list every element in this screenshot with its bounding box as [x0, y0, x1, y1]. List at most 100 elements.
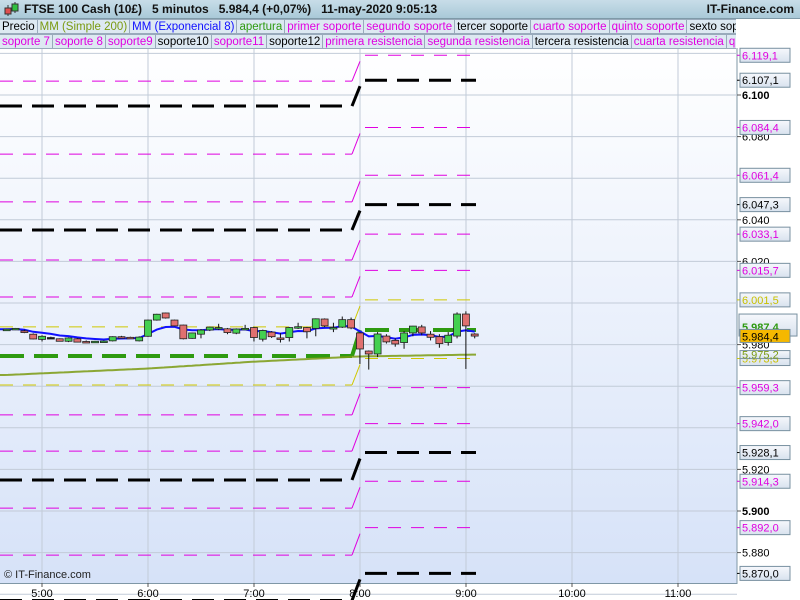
legend-item[interactable]: quinto soporte [609, 19, 688, 34]
x-tick-label: 5:00 [31, 588, 52, 600]
legend-item[interactable]: soporte 8 [52, 34, 106, 49]
level-label: 6.033,1 [742, 229, 779, 241]
legend-item[interactable]: soporte11 [211, 34, 268, 49]
candle-body [364, 350, 373, 355]
candlestick-logo-icon [4, 2, 19, 16]
current-price-label: 5.984,4 [742, 331, 779, 343]
x-tick-label: 8:00 [349, 588, 370, 600]
y-tick-label: 5.880 [742, 548, 770, 560]
level-label: 6.047,3 [742, 200, 779, 212]
candle [2, 328, 11, 332]
candle-body [179, 324, 188, 340]
candle-body [152, 313, 161, 321]
candle-body [64, 337, 73, 342]
candle [99, 340, 108, 343]
legend-item[interactable]: apertura [237, 19, 286, 34]
candle-body [347, 319, 355, 329]
level-label: 5.942,0 [742, 419, 779, 431]
candle-body [126, 336, 135, 340]
legend-item[interactable]: soporte9 [105, 34, 156, 49]
candle [108, 336, 117, 342]
legend-item[interactable]: soporte12 [267, 34, 324, 49]
candle [170, 319, 179, 327]
legend-item[interactable]: Precio [0, 19, 38, 34]
legend-row-1: Precio MM (Simple 200) MM (Exponencial 8) a… [0, 19, 736, 34]
level-label: 6.001,5 [742, 295, 779, 307]
candle-body [29, 333, 38, 340]
candle [135, 336, 144, 342]
candle [73, 337, 82, 343]
candle-body [55, 338, 64, 342]
candle [11, 327, 20, 331]
candle [232, 328, 241, 335]
candle [152, 313, 161, 321]
candle-body [356, 332, 364, 350]
brand-label: IT-Finance.com [706, 2, 794, 16]
legend-item[interactable]: sexto soporte [687, 19, 736, 34]
candle-body [311, 318, 320, 329]
candle-body [46, 337, 55, 340]
candle [347, 317, 355, 330]
candle [64, 337, 73, 343]
plot-area [0, 48, 737, 583]
candle-body [470, 333, 479, 337]
legend-item[interactable]: soporte10 [155, 34, 212, 49]
candle-body [170, 319, 179, 327]
legend-item[interactable]: segundo soporte [364, 19, 456, 34]
price-chart[interactable]: 5:00 6:00 7:00 8:00 9:00 10:00 11:006.1006.080… [0, 0, 800, 600]
level-label: 6.119,1 [742, 50, 778, 62]
candle [188, 332, 197, 339]
candle-body [205, 326, 214, 331]
candle-body [426, 333, 435, 338]
candle [161, 312, 170, 319]
candle-body [2, 328, 11, 332]
candle-body [161, 312, 170, 319]
ma200-label: 5.975,2 [742, 350, 779, 362]
candle-body [303, 327, 311, 333]
candle-body [320, 318, 329, 327]
candle-body [250, 327, 258, 338]
title-bar: FTSE 100 Cash (10£) 5 minutos 5.984,4 (+… [0, 0, 800, 19]
legend-item[interactable]: soporte 7 [0, 34, 53, 49]
legend-item[interactable]: primera resistencia [323, 34, 426, 49]
candle-body [408, 325, 417, 334]
candle-body [11, 327, 20, 331]
candle-body [188, 332, 197, 339]
candle [91, 340, 99, 344]
legend-item[interactable]: cuarta resistencia [631, 34, 727, 49]
candle [55, 338, 64, 342]
candle-body [285, 327, 294, 338]
legend-item[interactable]: MM (Exponencial 8) [130, 19, 238, 34]
x-tick-label: 10:00 [558, 588, 586, 600]
legend-item[interactable]: segunda resistencia [425, 34, 533, 49]
legend-item[interactable]: tercera resistencia [532, 34, 632, 49]
candle-body [135, 336, 144, 342]
legend-item[interactable]: tercer soporte [455, 19, 532, 34]
candle [373, 332, 382, 358]
chart-title: FTSE 100 Cash (10£) 5 minutos 5.984,4 (+… [24, 2, 438, 16]
candle-body [108, 336, 117, 342]
level-label: 6.084,4 [742, 122, 779, 134]
legend-item[interactable]: cuarto soporte [531, 19, 610, 34]
candle [144, 319, 152, 337]
legend-item[interactable]: primer soporte [285, 19, 365, 34]
watermark: © IT-Finance.com [4, 569, 91, 581]
candle-body [461, 313, 470, 327]
candle-body [400, 332, 408, 343]
candle-body [73, 338, 82, 343]
legend-item[interactable]: MM (Simple 200) [37, 19, 131, 34]
candle-body [373, 333, 382, 355]
level-label: 5.870,0 [742, 568, 779, 580]
candle-body [232, 328, 241, 334]
candle-body [241, 327, 250, 331]
y-tick-label: 5.900 [742, 506, 770, 518]
candle-body [82, 341, 91, 344]
x-tick-label: 7:00 [243, 588, 264, 600]
candle-body [144, 319, 152, 337]
legend-item[interactable]: quinta r [726, 34, 736, 49]
x-tick-label: 6:00 [137, 588, 158, 600]
x-tick-label: 11:00 [665, 588, 692, 600]
candle [126, 336, 135, 340]
candle-body [338, 319, 347, 328]
candle-body [91, 340, 99, 344]
